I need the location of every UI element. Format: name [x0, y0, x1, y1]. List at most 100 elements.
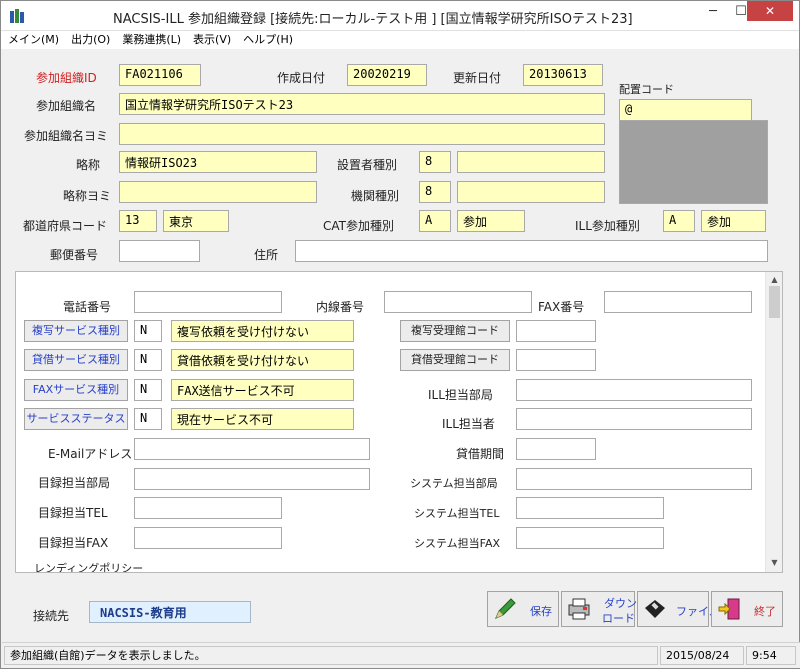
sys-dept-label: システム担当部局 [410, 477, 498, 490]
minimize-button[interactable]: ─ [699, 1, 727, 23]
sys-fax-label: システム担当FAX [414, 537, 501, 550]
sys-fax-field[interactable] [516, 527, 664, 549]
copy-service-code[interactable]: N [134, 320, 162, 342]
download-button[interactable]: ダウン ロード [561, 591, 637, 627]
printer-download-icon [568, 598, 590, 620]
address-field[interactable] [295, 240, 768, 262]
menu-integration[interactable]: 業務連携(L) [115, 31, 186, 49]
location-code-label: 配置コード [619, 83, 674, 96]
updated-date-label: 更新日付 [453, 71, 502, 85]
cat-fax-field[interactable] [134, 527, 282, 549]
loan-period-field[interactable] [516, 438, 596, 460]
cat-type-code[interactable]: A [419, 210, 451, 232]
ext-field[interactable] [384, 291, 532, 313]
service-status-button[interactable]: サービスステータス [24, 408, 128, 430]
ill-person-field[interactable] [516, 408, 752, 430]
location-code-area [619, 120, 768, 204]
scroll-thumb[interactable] [769, 286, 780, 318]
menu-main[interactable]: メイン(M) [1, 31, 64, 49]
exit-label: 終了 [754, 605, 776, 618]
pref-code-label: 都道府県コード [23, 219, 108, 233]
ill-type-label: ILL参加種別 [575, 219, 640, 233]
cat-tel-field[interactable] [134, 497, 282, 519]
loan-service-type-button[interactable]: 貸借サービス種別 [24, 349, 128, 371]
download-label-2: ロード [602, 612, 635, 625]
copy-recv-code-field[interactable] [516, 320, 596, 342]
save-button[interactable]: 保存 [487, 591, 559, 627]
abbr-kana-field[interactable] [119, 181, 317, 203]
fax-field[interactable] [604, 291, 752, 313]
sys-tel-field[interactable] [516, 497, 664, 519]
ill-type-code[interactable]: A [663, 210, 695, 232]
created-date-field[interactable]: 20020219 [347, 64, 427, 86]
founder-type-code[interactable]: 8 [419, 151, 451, 173]
loan-service-code[interactable]: N [134, 349, 162, 371]
detail-panel: 電話番号 内線番号 FAX番号 複写サービス種別 N 複写依頼を受け付けない 複… [15, 271, 783, 573]
updated-date-field[interactable]: 20130613 [523, 64, 603, 86]
status-date: 2015/08/24 [660, 646, 744, 665]
fax-service-type-button[interactable]: FAXサービス種別 [24, 379, 128, 401]
created-date-label: 作成日付 [277, 71, 326, 85]
sys-dept-field[interactable] [516, 468, 752, 490]
menu-help[interactable]: ヘルプ(H) [236, 31, 298, 49]
main-window: NACSIS-ILL 参加組織登録 [接続先:ローカル-テスト用 ] [国立情報… [0, 0, 800, 669]
status-bar: 参加組織(自館)データを表示しました。 2015/08/24 9:54 [2, 642, 800, 668]
sys-tel-label: システム担当TEL [414, 507, 500, 520]
address-label: 住所 [254, 248, 279, 262]
connection-value: NACSIS-教育用 [89, 601, 251, 623]
org-id-field[interactable]: FA021106 [119, 64, 201, 86]
exit-button[interactable]: 終了 [711, 591, 783, 627]
fax-service-desc: FAX送信サービス不可 [171, 379, 354, 401]
ill-dept-label: ILL担当部局 [428, 388, 493, 402]
founder-type-label: 設置者種別 [337, 158, 398, 172]
service-status-code[interactable]: N [134, 408, 162, 430]
abbr-field[interactable]: 情報研ISO23 [119, 151, 317, 173]
cat-type-name: 参加 [457, 210, 525, 232]
window-title: NACSIS-ILL 参加組織登録 [接続先:ローカル-テスト用 ] [国立情報… [113, 12, 633, 27]
copy-recv-code-button[interactable]: 複写受理館コード [400, 320, 510, 342]
org-type-name [457, 181, 605, 203]
location-code-field[interactable]: @ [619, 99, 752, 121]
file-button[interactable]: ファイル [637, 591, 720, 627]
ext-label: 内線番号 [316, 300, 365, 314]
panel-scrollbar[interactable]: ▲ ▼ [765, 272, 782, 572]
floppy-disk-icon [645, 600, 665, 618]
copy-service-desc: 複写依頼を受け付けない [171, 320, 354, 342]
pencil-icon [495, 598, 516, 619]
founder-type-name [457, 151, 605, 173]
org-name-field[interactable]: 国立情報学研究所ISOテスト23 [119, 93, 605, 115]
ill-dept-field[interactable] [516, 379, 752, 401]
pref-name-field: 東京 [163, 210, 229, 232]
org-type-code[interactable]: 8 [419, 181, 451, 203]
lending-policy-label: レンディングポリシー [34, 562, 144, 573]
org-type-label: 機関種別 [351, 189, 400, 203]
fax-label: FAX番号 [538, 300, 585, 314]
cat-dept-field[interactable] [134, 468, 370, 490]
tel-field[interactable] [134, 291, 282, 313]
cat-tel-label: 目録担当TEL [38, 506, 108, 520]
menu-view[interactable]: 表示(V) [186, 31, 236, 49]
cat-dept-label: 目録担当部局 [38, 476, 111, 490]
ill-type-name: 参加 [701, 210, 766, 232]
scroll-down-icon[interactable]: ▼ [769, 558, 780, 568]
scroll-up-icon[interactable]: ▲ [769, 275, 780, 285]
copy-service-type-button[interactable]: 複写サービス種別 [24, 320, 128, 342]
menu-output[interactable]: 出力(O) [64, 31, 115, 49]
zip-field[interactable] [119, 240, 200, 262]
org-name-label: 参加組織名 [36, 99, 97, 113]
pref-code-field[interactable]: 13 [119, 210, 157, 232]
service-status-desc: 現在サービス不可 [171, 408, 354, 430]
org-name-kana-field[interactable] [119, 123, 605, 145]
loan-recv-code-field[interactable] [516, 349, 596, 371]
connection-label: 接続先 [33, 609, 70, 623]
fax-service-code[interactable]: N [134, 379, 162, 401]
title-bar: NACSIS-ILL 参加組織登録 [接続先:ローカル-テスト用 ] [国立情報… [1, 1, 799, 31]
close-button[interactable]: ✕ [747, 1, 793, 21]
email-field[interactable] [134, 438, 370, 460]
cat-type-label: CAT参加種別 [323, 219, 394, 233]
save-label: 保存 [530, 605, 552, 618]
loan-recv-code-button[interactable]: 貸借受理館コード [400, 349, 510, 371]
org-id-label: 参加組織ID [36, 71, 97, 85]
exit-door-icon [718, 598, 740, 620]
status-time: 9:54 [746, 646, 796, 665]
